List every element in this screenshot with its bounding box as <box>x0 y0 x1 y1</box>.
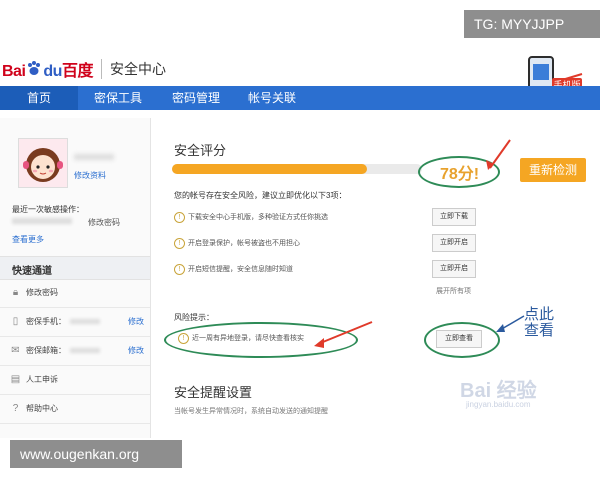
arrow-to-score-icon <box>486 139 511 170</box>
annotation-arrows <box>314 73 583 348</box>
arrow-to-view-icon <box>496 315 525 332</box>
arrow-to-risk-icon <box>314 321 373 348</box>
arrow-to-phone-icon <box>561 73 583 81</box>
